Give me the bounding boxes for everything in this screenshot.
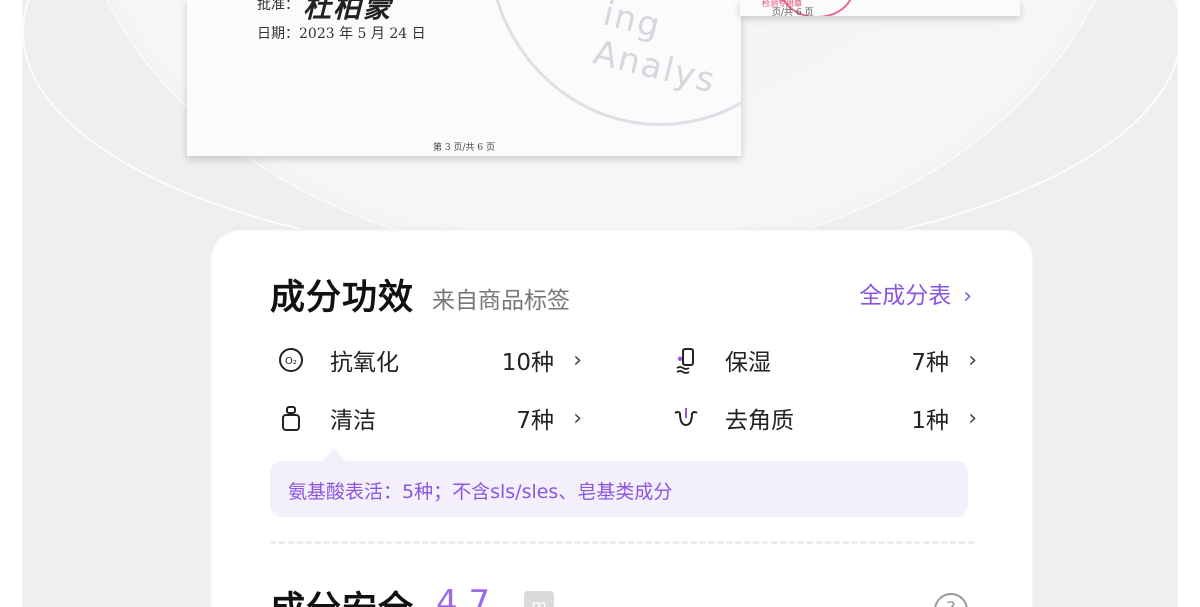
full-ingredients-label: 全成分表 [859, 283, 952, 309]
oxygen-o2-icon: O₂ [276, 345, 306, 375]
ingredients-card: 成分功效 来自商品标签 全成分表 › O₂ 抗氧化 10种 › 保湿 7种 › … [212, 231, 1032, 607]
chevron-right-icon: › [573, 405, 582, 431]
amino-acid-callout: 氨基酸表活：5种；不含sls/sles、皂基类成分 [270, 461, 968, 517]
callout-pointer [322, 449, 346, 461]
effect-count: 7种 [911, 350, 949, 376]
approve-label: 批准： [257, 0, 299, 13]
chevron-right-icon: › [963, 284, 972, 309]
shield-badge-icon: m [524, 591, 554, 607]
report-date: 日期：2023 年 5 月 24 日 [257, 26, 426, 42]
exfoliate-icon [671, 403, 701, 433]
callout-text: 氨基酸表活：5种；不含sls/sles、皂基类成分 [288, 481, 673, 503]
dashed-divider [270, 541, 974, 544]
effect-count: 1种 [911, 408, 949, 434]
report-page-footer: 第 3 页/共 6 页 [433, 143, 495, 153]
full-ingredients-link[interactable]: 全成分表 › [859, 276, 972, 310]
effect-row-cleansing[interactable]: 清洁 7种 › [276, 398, 582, 438]
effect-row-antioxidant[interactable]: O₂ 抗氧化 10种 › [276, 340, 582, 380]
effect-count: 7种 [516, 408, 554, 434]
effect-label: 去角质 [725, 408, 794, 434]
moisture-bottle-icon [671, 345, 701, 375]
chevron-right-icon: › [968, 347, 977, 373]
cleansing-bottle-icon [276, 403, 306, 433]
effect-row-moisturizing[interactable]: 保湿 7种 › [671, 340, 977, 380]
test-report-page-2: 检测专用章 页/共 6 页 [740, 0, 1020, 16]
chevron-right-icon: › [573, 347, 582, 373]
safety-score: 4.7 [436, 583, 491, 607]
help-icon[interactable]: ? [934, 593, 968, 607]
effect-label: 抗氧化 [330, 350, 399, 376]
card-subtitle: 来自商品标签 [432, 288, 570, 314]
test-report-page: ing Analys 批准： 杜柏蒙 日期：2023 年 5 月 24 日 第 … [187, 0, 741, 156]
chevron-right-icon: › [968, 405, 977, 431]
effect-row-exfoliating[interactable]: 去角质 1种 › [671, 398, 977, 438]
svg-text:O₂: O₂ [285, 356, 297, 367]
safety-section-title: 成分安全 [270, 581, 414, 607]
card-title: 成分功效 [270, 278, 415, 318]
effect-label: 保湿 [725, 350, 771, 376]
effect-count: 10种 [501, 350, 554, 376]
background-stage: ing Analys 批准： 杜柏蒙 日期：2023 年 5 月 24 日 第 … [22, 0, 1178, 607]
effect-label: 清洁 [330, 408, 376, 434]
report-page-2-footer: 页/共 6 页 [772, 8, 814, 16]
